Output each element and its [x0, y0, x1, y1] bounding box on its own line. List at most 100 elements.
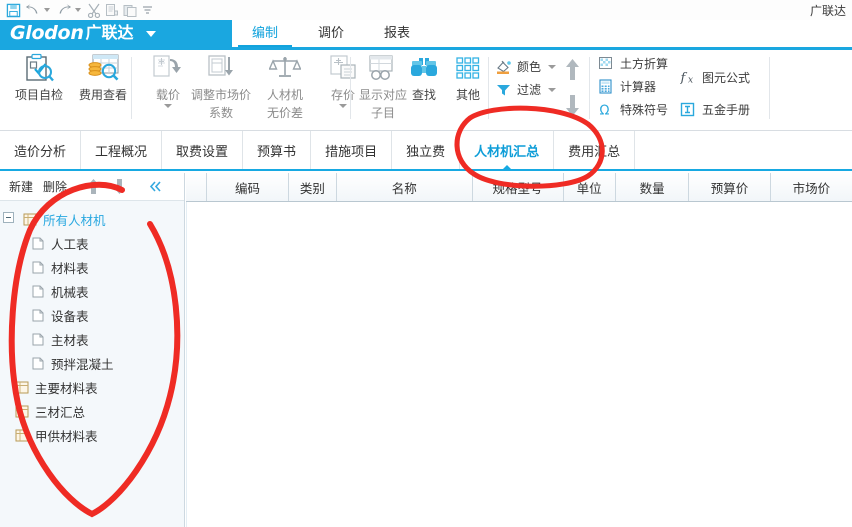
ribbon-button-fee-view[interactable]: 费用查看 — [72, 51, 134, 103]
page-icon — [30, 307, 46, 323]
ribbon-button-label: 查找 — [411, 88, 436, 102]
tree-item-main-material-table[interactable]: 主材表 — [0, 327, 184, 351]
tree-item-major-materials[interactable]: 主要材料表 — [0, 375, 184, 399]
app-logo[interactable]: Glodon 广联达 — [0, 20, 232, 47]
sidebar-item-independent-fee[interactable]: 独立费 — [392, 131, 461, 169]
sidebar-item-budget-book[interactable]: 预算书 — [243, 131, 312, 169]
tree-item-labor-table[interactable]: 人工表 — [0, 231, 184, 255]
ribbon-button-color[interactable]: 颜色 — [494, 55, 557, 78]
calculator-icon — [597, 79, 615, 95]
chevron-down-icon[interactable] — [548, 87, 557, 92]
tree-item-label: 机械表 — [51, 285, 89, 300]
column-header-market-price[interactable]: 市场价 — [771, 173, 852, 201]
delete-button[interactable]: 删除 — [38, 178, 72, 195]
ribbon-group-tools: 土方折算 计算器 Ω 特殊符号 — [597, 52, 668, 121]
page-icon — [30, 259, 46, 275]
arrow-up-icon — [565, 59, 579, 80]
color-icon — [494, 59, 512, 75]
ribbon-button-adjust-market-price[interactable]: 调整市场价 系数 — [185, 51, 257, 121]
ribbon-button-hardware-manual[interactable]: 五金手册 — [679, 93, 750, 125]
column-header-name[interactable]: 名称 — [337, 173, 473, 201]
customize-icon[interactable] — [139, 1, 156, 19]
column-header-quantity[interactable]: 数量 — [616, 173, 690, 201]
tree-item-three-materials-summary[interactable]: 三材汇总 — [0, 399, 184, 423]
adjust-market-price-icon — [185, 51, 257, 85]
save-icon[interactable] — [4, 1, 23, 19]
tree-panel: 新建 删除 所有人材机 人工表 材料表 机械表 设备表 主材表 预拌混凝土 主要… — [0, 173, 185, 527]
cut-icon[interactable] — [85, 1, 103, 19]
expander-icon[interactable] — [3, 212, 14, 223]
row-selector-header — [186, 173, 208, 201]
column-header-unit[interactable]: 单位 — [564, 173, 616, 201]
ribbon-separator — [131, 57, 132, 119]
chevron-down-icon[interactable] — [164, 104, 172, 108]
tab-tiaojia[interactable]: 调价 — [298, 20, 364, 47]
ribbon-button-label: 特殊符号 — [620, 103, 669, 117]
ribbon-button-element-formula[interactable]: ƒ x 图元公式 — [679, 61, 751, 93]
tree-toolbar: 新建 删除 — [0, 173, 184, 201]
svg-text:ƒ: ƒ — [680, 71, 688, 85]
ribbon-button-special-symbol[interactable]: Ω 特殊符号 — [597, 98, 669, 121]
redo-icon[interactable] — [54, 1, 74, 19]
copy-icon[interactable] — [103, 1, 121, 19]
tree-item-owner-supplied-materials[interactable]: 甲供材料表 — [0, 423, 184, 447]
sub-tab-label: 预算书 — [257, 143, 297, 159]
sidebar-item-measure-items[interactable]: 措施项目 — [311, 131, 393, 169]
move-up-icon[interactable] — [80, 178, 106, 195]
folder-table-icon — [14, 427, 30, 443]
resource-table: 编码 类别 名称 规格型号 单位 数量 预算价 市场价 — [186, 173, 852, 527]
sub-tab-label: 费用汇总 — [568, 143, 621, 159]
ribbon-button-find[interactable]: 查找 — [400, 51, 448, 103]
window-title: 广联达 — [809, 4, 846, 18]
sub-tab-label: 取费设置 — [176, 143, 229, 159]
ribbon-button-filter[interactable]: 过滤 — [494, 78, 557, 101]
table-body[interactable] — [186, 202, 852, 527]
sidebar-item-cost-analysis[interactable]: 造价分析 — [0, 131, 82, 169]
ribbon-button-calculator[interactable]: 计算器 — [597, 75, 668, 98]
column-header-spec[interactable]: 规格型号 — [473, 173, 564, 201]
redo-dropdown-caret[interactable] — [75, 8, 81, 12]
ribbon-button-project-check[interactable]: 项目自检 — [8, 51, 70, 103]
tab-baobiao[interactable]: 报表 — [364, 20, 430, 47]
ribbon-button-earthwork-convert[interactable]: 土方折算 — [597, 52, 668, 75]
move-down-button[interactable] — [560, 91, 584, 121]
tree-view: 所有人材机 人工表 材料表 机械表 设备表 主材表 预拌混凝土 主要材料表 三材… — [0, 201, 184, 447]
arrow-down-icon — [565, 95, 579, 116]
tree-item-machinery-table[interactable]: 机械表 — [0, 279, 184, 303]
sidebar-item-labor-material-machine-summary[interactable]: 人材机汇总 — [460, 131, 555, 170]
filter-funnel-icon — [494, 82, 512, 98]
page-icon — [30, 235, 46, 251]
column-header-category[interactable]: 类别 — [289, 173, 338, 201]
undo-icon[interactable] — [23, 1, 43, 19]
sub-tab-label: 人材机汇总 — [474, 143, 540, 159]
tree-item-all-resources[interactable]: 所有人材机 — [0, 207, 184, 231]
ribbon-button-label-line1: 调整市场价 — [190, 88, 251, 102]
move-down-icon[interactable] — [106, 178, 132, 195]
chevron-down-icon[interactable] — [145, 30, 156, 37]
ribbon-button-label: 其他 — [455, 88, 480, 102]
svg-text:x: x — [688, 75, 693, 85]
sidebar-item-fee-summary[interactable]: 费用汇总 — [554, 131, 636, 169]
undo-dropdown-caret[interactable] — [44, 8, 50, 12]
ribbon-separator — [350, 57, 351, 119]
column-header-code[interactable]: 编码 — [207, 173, 289, 201]
collapse-panel-icon[interactable] — [142, 179, 168, 194]
ribbon-button-no-price-diff[interactable]: 人材机 无价差 — [259, 51, 311, 121]
column-header-budget-price[interactable]: 预算价 — [689, 173, 771, 201]
ribbon-group-color-filter: 颜色 过滤 — [494, 55, 557, 101]
tree-item-equipment-table[interactable]: 设备表 — [0, 303, 184, 327]
chevron-down-icon[interactable] — [548, 64, 557, 69]
sidebar-item-project-overview[interactable]: 工程概况 — [81, 131, 163, 169]
paste-icon[interactable] — [121, 1, 139, 19]
move-up-button[interactable] — [560, 55, 584, 85]
ribbon-button-other[interactable]: 其他 — [444, 51, 492, 103]
sidebar-item-fee-settings[interactable]: 取费设置 — [162, 131, 244, 169]
new-button[interactable]: 新建 — [4, 178, 38, 195]
chevron-down-icon[interactable] — [339, 104, 347, 108]
tree-item-ready-mix-concrete[interactable]: 预拌混凝土 — [0, 351, 184, 375]
page-icon — [30, 355, 46, 371]
folder-table-icon — [14, 379, 30, 395]
ribbon-separator — [488, 57, 489, 119]
tab-bianzhi[interactable]: 编制 — [232, 20, 298, 47]
tree-item-material-table[interactable]: 材料表 — [0, 255, 184, 279]
